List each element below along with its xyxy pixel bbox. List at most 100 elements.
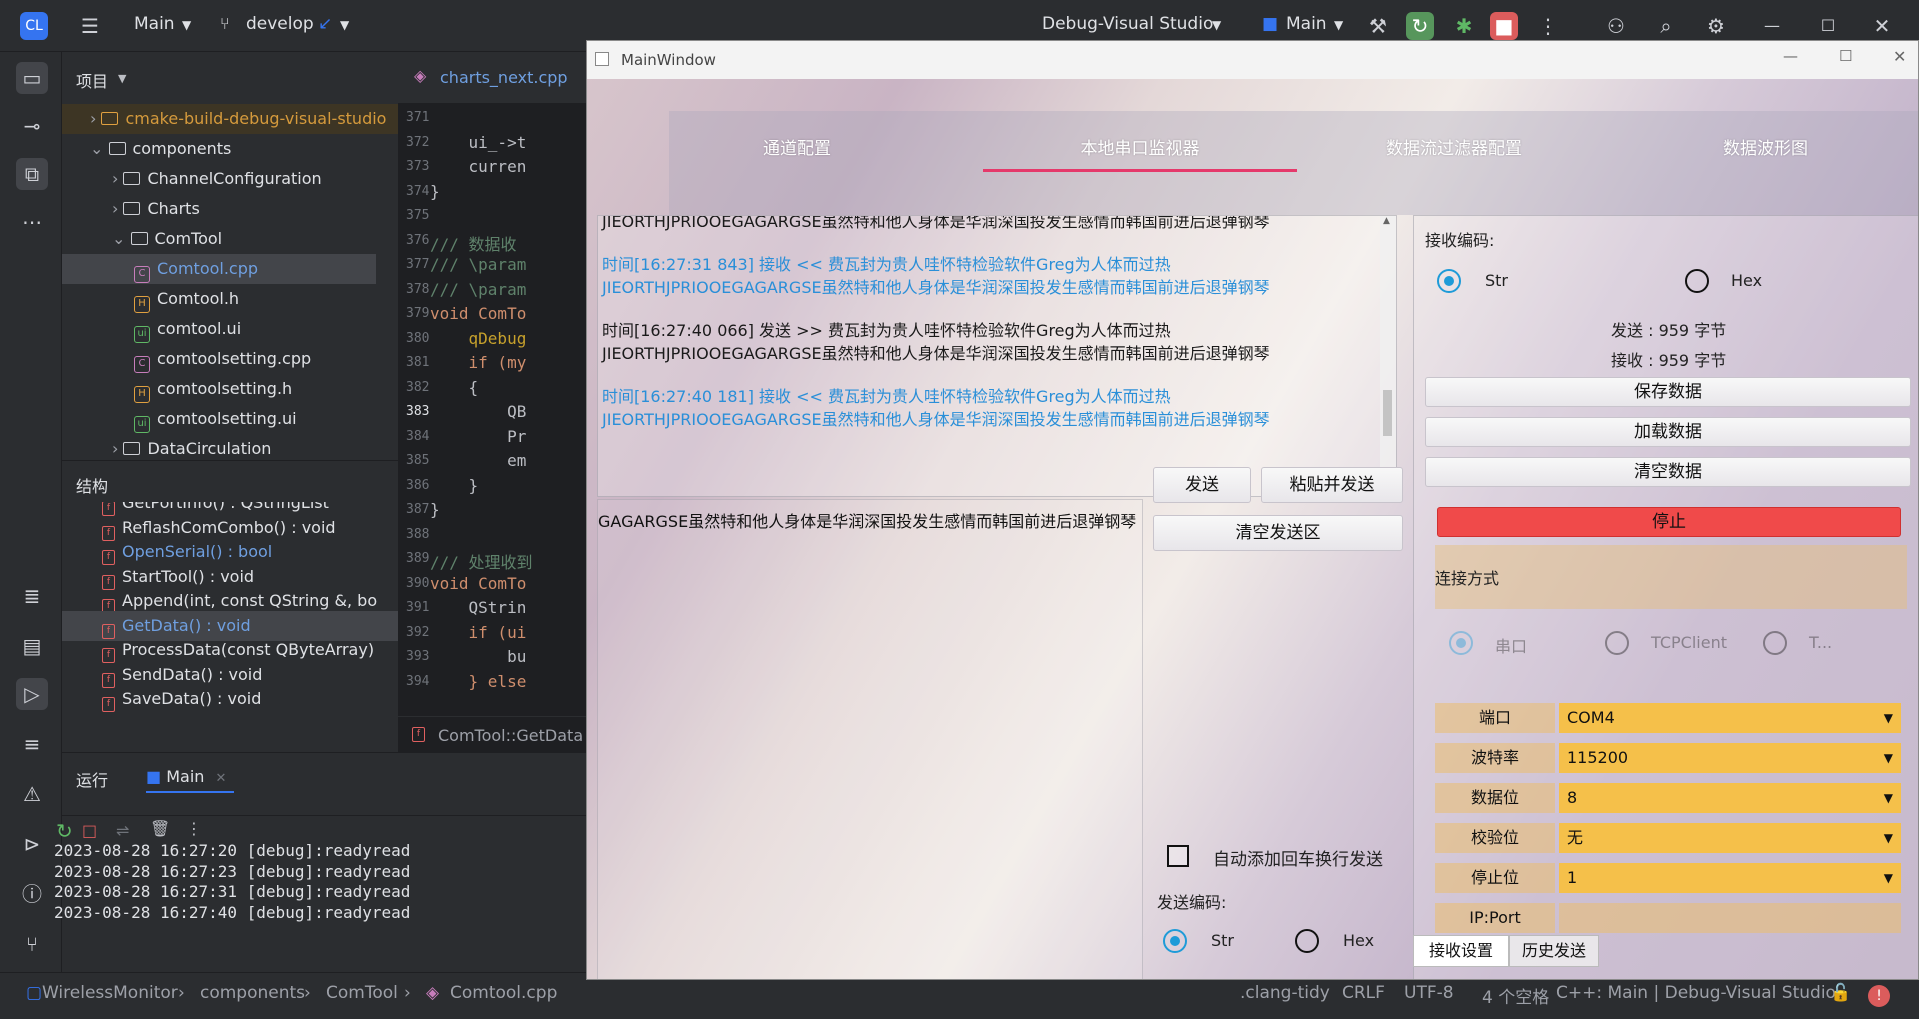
send-button[interactable]: 发送 [1153,467,1251,503]
scroll-thumb[interactable] [1383,390,1392,436]
error-icon[interactable]: ! [1868,985,1890,1007]
minimize-icon[interactable]: — [1758,12,1786,40]
clear-data-button[interactable]: 清空数据 [1425,457,1911,487]
problems-warning-icon[interactable]: ⚠ [16,778,48,810]
recv-str-radio[interactable] [1437,269,1461,293]
setting-combo[interactable]: 1 ▼ [1559,863,1901,893]
terminal-icon[interactable]: ▤ [16,630,48,662]
setting-combo[interactable] [1559,903,1901,933]
editor-breadcrumb[interactable]: ComTool::GetData [438,726,583,745]
conn-serial-radio[interactable] [1449,631,1473,655]
file-encoding[interactable]: UTF-8 [1404,983,1454,1003]
conn-tcpclient-radio[interactable] [1605,631,1629,655]
setting-combo[interactable]: 115200 ▼ [1559,743,1901,773]
git-branch-icon[interactable]: ⑂ [16,928,48,960]
tab-channel-config[interactable]: 通道配置 [669,129,925,169]
tree-item[interactable]: H Comtool.h [134,284,239,314]
tree-item[interactable]: Ccomtoolsetting.cpp [134,344,311,374]
crumb-project[interactable]: WirelessMonitor [42,983,178,1003]
stop-button[interactable]: 停止 [1437,507,1901,537]
chevron-right-icon[interactable]: › [112,199,123,218]
crumb-components[interactable]: components [200,983,305,1003]
tree-item[interactable]: ⌄ components [90,134,231,164]
auto-newline-checkbox[interactable] [1167,845,1189,867]
project-panel-title[interactable]: 项目 [76,68,108,92]
chevron-down-icon[interactable]: ⌄ [112,229,131,248]
search-icon[interactable]: ⌕ [1652,12,1680,40]
load-data-button[interactable]: 加载数据 [1425,417,1911,447]
messages-icon[interactable]: ≡ [16,728,48,760]
project-folder-icon[interactable]: ▭ [16,62,48,94]
recv-hex-radio[interactable] [1685,269,1709,293]
add-user-icon[interactable]: ⚇ [1602,12,1630,40]
setting-combo[interactable]: 8 ▼ [1559,783,1901,813]
run-tab[interactable]: ■ Main ✕ [146,757,235,793]
setting-combo[interactable]: COM4 ▼ [1559,703,1901,733]
editor-tab[interactable]: charts_next.cpp [440,68,568,87]
wrap-icon[interactable]: ⇌ [116,821,129,840]
tree-item[interactable]: ui comtool.ui [134,314,241,344]
code-editor[interactable]: ◈ charts_next.cpp 371 372 ui_->t 373 curre… [398,52,588,752]
structure-item[interactable]: f SaveData() : void [102,684,261,714]
send-hex-radio[interactable] [1295,929,1319,953]
close-tab-icon[interactable]: ✕ [216,771,227,786]
maximize-icon[interactable]: ☐ [1839,47,1852,65]
tree-item[interactable]: › Charts [112,194,200,224]
tree-item[interactable]: ⌄ ComTool [112,224,222,254]
structure-icon[interactable]: ⧉ [16,158,48,190]
minimize-icon[interactable]: — [1783,47,1798,65]
paste-send-button[interactable]: 粘贴并发送 [1261,467,1403,503]
project-menu[interactable]: Main [134,14,175,34]
rerun-icon[interactable]: ↻ [56,819,73,843]
gear-icon[interactable]: ⚙ [1702,12,1730,40]
services-icon[interactable]: ⊳ [16,828,48,860]
notifications-info-icon[interactable]: ⓘ [16,878,48,910]
more-options-icon[interactable]: ⋮ [186,819,202,838]
tree-item[interactable]: C Comtool.cpp [62,254,376,284]
save-data-button[interactable]: 保存数据 [1425,377,1911,407]
vertical-scrollbar[interactable]: ▲ ▼ [1380,216,1396,496]
stop-icon[interactable]: ■ [1490,12,1518,40]
crumb-comtool[interactable]: ComTool [326,983,398,1003]
indent-setting[interactable]: 4 个空格 [1482,983,1549,1008]
chevron-right-icon[interactable]: › [90,109,101,128]
maximize-icon[interactable]: ☐ [1814,12,1842,40]
run-icon[interactable]: ▷ [16,678,48,710]
receive-text-area[interactable]: JIEORTHJPRIOOEGAGARGSE虽然特和他人身体是华润深国投发生感情… [597,215,1397,497]
tree-item[interactable]: › cmake-build-debug-visual-studio [62,104,398,134]
run-console[interactable]: 2023-08-28 16:27:20 [debug]:readyread 202… [54,841,588,971]
tab-serial-monitor[interactable]: 本地串口监视器 [983,129,1297,169]
trash-icon[interactable]: 🗑 [150,819,170,838]
tab-waveform[interactable]: 数据波形图 [1611,129,1918,169]
tree-item[interactable]: › ChannelConfiguration [112,164,322,194]
send-text-area[interactable]: GAGARGSE虽然特和他人身体是华润深国投发生感情而韩国前进后退弹钢琴 ◀ ▶ [597,499,1143,979]
code-area[interactable]: 371 372 ui_->t 373 curren 374} 375 376/// 数据收… [398,104,588,716]
setting-combo[interactable]: 无 ▼ [1559,823,1901,853]
rerun-icon[interactable]: ↻ [1406,12,1434,40]
chevron-down-icon[interactable]: ⌄ [90,139,109,158]
conn-other-radio[interactable] [1763,631,1787,655]
send-str-radio[interactable] [1163,929,1187,953]
run-config-select[interactable]: Debug-Visual Studio [1042,14,1213,34]
crumb-file[interactable]: Comtool.cpp [450,983,557,1003]
line-ending[interactable]: CRLF [1342,983,1385,1003]
tree-item[interactable]: ui comtoolsetting.ui [134,404,297,434]
close-icon[interactable]: ✕ [1868,12,1896,40]
more-options-icon[interactable]: ⋮ [1534,12,1562,40]
branch-menu[interactable]: develop [246,14,314,34]
commit-icon[interactable]: ⊸ [16,110,48,142]
debug-bug-icon[interactable]: ✱ [1450,12,1478,40]
chevron-right-icon[interactable]: › [112,169,123,188]
more-tools-icon[interactable]: ⋯ [16,206,48,238]
lock-icon[interactable]: 🔓 [1830,983,1851,1003]
clang-tidy-status[interactable]: .clang-tidy [1240,983,1330,1003]
tab-filter-config[interactable]: 数据流过滤器配置 [1297,129,1611,169]
tab-recv-settings[interactable]: 接收设置 [1413,935,1509,967]
stop-icon[interactable]: □ [82,821,97,840]
clear-send-button[interactable]: 清空发送区 [1153,515,1403,551]
todo-list-icon[interactable]: ≣ [16,580,48,612]
tree-item[interactable]: Hcomtoolsetting.h [134,374,292,404]
context-info[interactable]: C++: Main | Debug-Visual Studio [1556,983,1836,1003]
close-icon[interactable]: ✕ [1893,47,1906,66]
chevron-right-icon[interactable]: › [112,439,123,458]
